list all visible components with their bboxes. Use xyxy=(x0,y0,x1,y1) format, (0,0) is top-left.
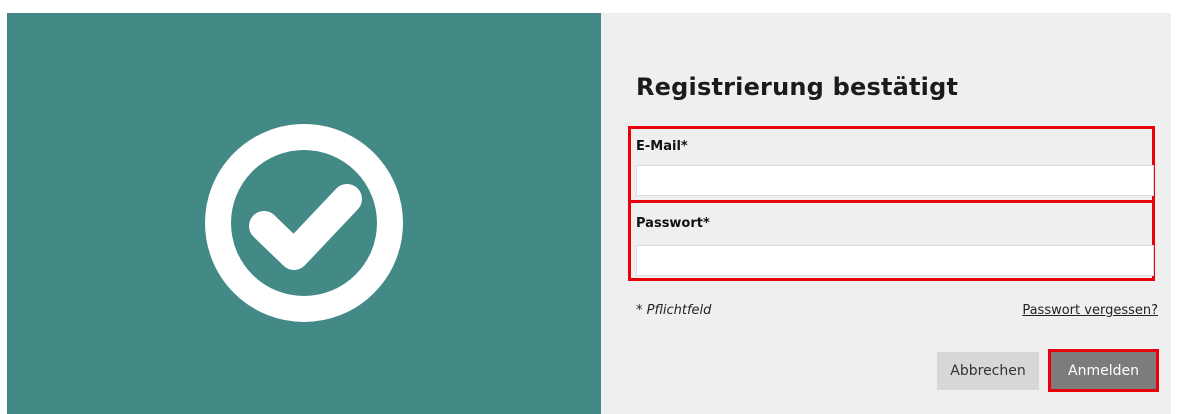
cancel-button[interactable]: Abbrechen xyxy=(937,352,1039,390)
email-field[interactable] xyxy=(636,165,1154,196)
success-panel xyxy=(7,13,601,414)
password-field[interactable] xyxy=(636,245,1154,276)
check-circle-icon xyxy=(204,123,404,323)
email-field-group: E-Mail* xyxy=(628,126,1155,203)
login-button[interactable]: Anmelden xyxy=(1048,349,1159,392)
page-title: Registrierung bestätigt xyxy=(636,73,959,101)
login-form-panel: Registrierung bestätigt E-Mail* Passwort… xyxy=(601,13,1171,414)
required-field-note: * Pflichtfeld xyxy=(636,303,712,318)
password-field-group: Passwort* xyxy=(628,200,1155,281)
forgot-password-link[interactable]: Passwort vergessen? xyxy=(1022,303,1158,318)
password-label: Passwort* xyxy=(636,216,710,231)
registration-confirmed-dialog: Registrierung bestätigt E-Mail* Passwort… xyxy=(0,0,1179,414)
email-label: E-Mail* xyxy=(636,139,688,154)
